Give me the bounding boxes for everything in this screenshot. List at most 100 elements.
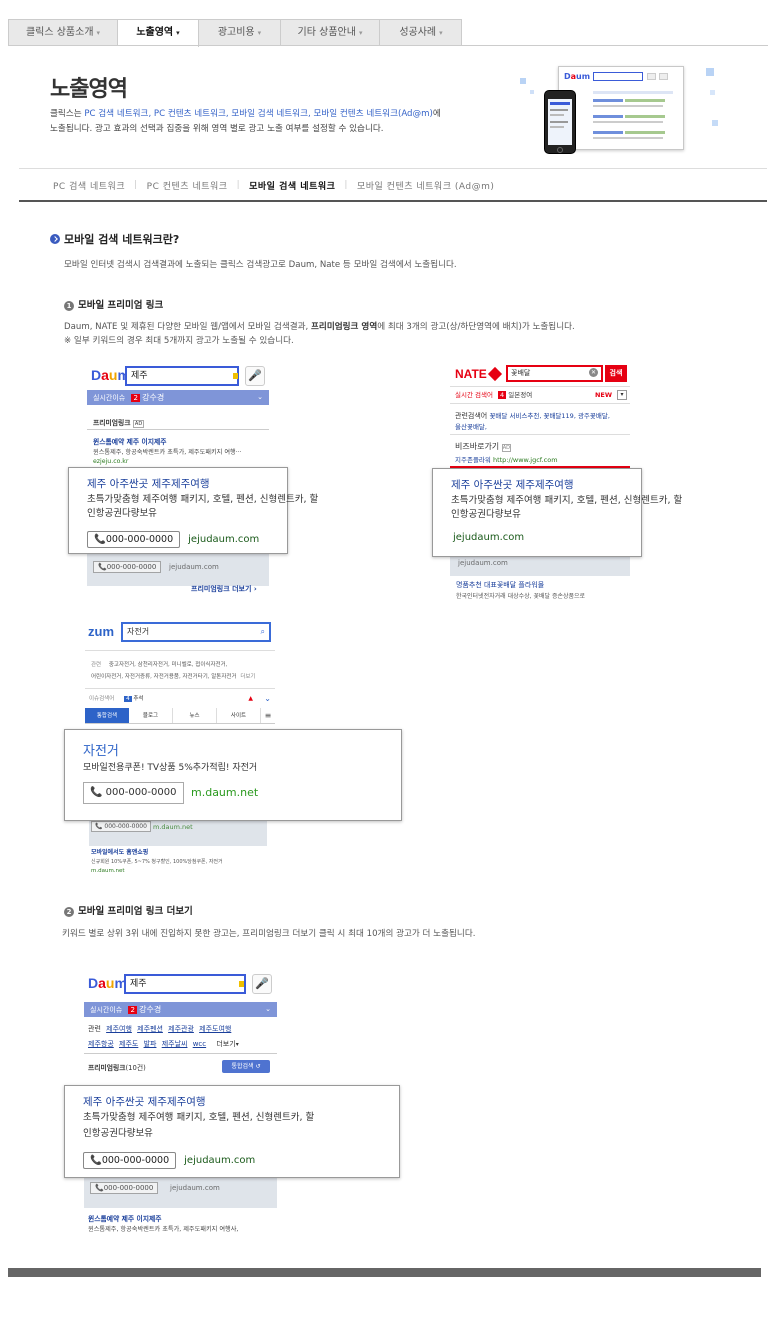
zum-issue-bar[interactable]: 이슈검색어 4 추석 ▲ ⌄ <box>89 692 275 706</box>
cursor-marker <box>239 981 244 987</box>
subnav-mobile-content[interactable]: 모바일 컨텐츠 네트워크 (Ad@m) <box>357 179 494 192</box>
nate-search-input[interactable]: 꽃배달 ✕ <box>506 365 603 382</box>
ad-url[interactable]: jejudaum.com <box>188 534 259 545</box>
premium-link-label: 프리미엄링크 AD <box>93 417 145 428</box>
mic-icon[interactable]: 🎤 <box>252 974 272 994</box>
daum-logo: Daum <box>88 975 127 991</box>
ad-url[interactable]: jejudaum.com <box>184 1155 255 1166</box>
bg-ad-title[interactable]: 윈스톰예약 제주 이지제주 <box>88 1213 162 1223</box>
subnav-top-line <box>19 168 767 169</box>
call-button[interactable]: 📞000-000-0000 <box>87 531 181 548</box>
premium-more-link[interactable]: 프리미엄링크 더보기 › <box>191 584 257 594</box>
related-link[interactable]: 제주도여행 <box>199 1025 231 1033</box>
subnav-pc-content[interactable]: PC 컨텐츠 네트워크 <box>147 179 228 192</box>
tab-success-cases[interactable]: 성공사례 ▾ <box>380 20 462 45</box>
bg-phone-number: 000-000-0000 <box>103 1184 154 1192</box>
trend-up-icon: ▲ <box>248 695 253 702</box>
chevron-down-icon: ▾ <box>257 29 262 37</box>
more-link[interactable]: 더보기 <box>240 674 255 680</box>
related-link[interactable]: 발파 <box>144 1040 157 1048</box>
daum-search-input[interactable]: 제주 <box>124 974 246 994</box>
related-text[interactable]: 꽃배달 서비스추천, 꽃배달119, 광주꽃배달, <box>489 412 609 420</box>
page-title: 노출영역 <box>50 77 128 102</box>
menu-icon[interactable]: ≡ <box>261 708 275 723</box>
tab-other-products[interactable]: 기타 상품안내 ▾ <box>281 20 380 45</box>
subnav-mobile-search[interactable]: 모바일 검색 네트워크 <box>249 179 335 192</box>
premium-link-text: 프리미엄링크 <box>93 419 131 427</box>
issue-rank: 4 <box>498 391 507 399</box>
hero-line <box>550 114 564 116</box>
ad-url[interactable]: m.daum.net <box>191 786 258 799</box>
search-icon[interactable]: ⌕ <box>261 624 265 640</box>
biz-url[interactable]: http://www.jgcf.com <box>493 456 558 464</box>
call-button[interactable]: 📞 000-000-0000 <box>83 782 184 804</box>
nate-search-button[interactable]: 검색 <box>605 365 627 382</box>
call-button[interactable]: 📞000-000-0000 <box>83 1152 177 1169</box>
realtime-issue-bar[interactable]: 실시간이슈 2 강수경 ⌄ <box>84 1002 277 1017</box>
section-description: 모바일 인터넷 검색시 검색결과에 노출되는 클릭스 검색광고로 Daum, N… <box>64 260 457 270</box>
mic-icon[interactable]: 🎤 <box>245 366 265 386</box>
zum-tab-news[interactable]: 뉴스 <box>173 708 217 723</box>
tab-label: 광고비용 <box>217 27 255 38</box>
issue-text: 추석 <box>133 696 144 702</box>
ad-popup-zum[interactable]: 자전거 모바일전용쿠폰! TV상품 5%추가적립! 자전거 📞 000-000-… <box>64 729 402 821</box>
biz-text[interactable]: 지주존플라워 <box>455 456 491 464</box>
bg-ad-title[interactable]: 윈스톰예약 제주 이지제주 <box>93 436 167 446</box>
related-text-2[interactable]: 어린이자전거, 자전거증류, 자전거용품, 자전거타기, 알톤자전거 <box>91 674 237 680</box>
chevron-down-icon[interactable]: ▾ <box>617 390 627 400</box>
subnav-bottom-line <box>19 200 767 202</box>
ad-url[interactable]: jejudaum.com <box>453 532 524 543</box>
zum-tab-blog[interactable]: 블로그 <box>129 708 173 723</box>
item2-heading: 2 모바일 프리미엄 링크 더보기 <box>64 903 193 917</box>
bg-phone-button: 📞000-000-0000 <box>93 561 162 573</box>
zum-tab-all[interactable]: 통합검색 <box>85 708 129 723</box>
ad-badge: AD <box>132 420 145 428</box>
divider <box>85 688 275 689</box>
related-link[interactable]: 제주여행 <box>106 1025 132 1033</box>
bg-ad-title[interactable]: 모바일에서도 홈앤쇼핑 <box>91 847 148 856</box>
bg-ad-desc: 한국인터넷전자거래 대상수상, 꽃배달 증손상품으로 <box>456 593 586 600</box>
new-badge: NEW <box>594 391 612 399</box>
realtime-issue-bar[interactable]: 실시간이슈 2 강수경 ⌄ <box>87 390 269 405</box>
zum-tab-site[interactable]: 사이트 <box>217 708 261 723</box>
ad-title[interactable]: 제주 아주싼곳 제주제주여행 <box>451 477 574 492</box>
more-link[interactable]: 더보기 <box>216 1040 235 1048</box>
ad-popup-jeju-2[interactable]: 제주 아주싼곳 제주제주여행 초특가맞춤형 제주여행 패키지, 호텔, 펜션, … <box>64 1085 400 1178</box>
zum-tabs: 통합검색 블로그 뉴스 사이트 ≡ <box>85 708 275 724</box>
related-text-2[interactable]: 울산꽃배달, <box>455 421 487 431</box>
tab-product-intro[interactable]: 클릭스 상품소개 ▾ <box>9 20 118 45</box>
related-link[interactable]: 제주펜션 <box>137 1025 163 1033</box>
divider <box>85 650 275 651</box>
related-link[interactable]: 제주도 <box>119 1040 138 1048</box>
nate-realtime-bar[interactable]: 실시간 검색어 4 일본정여 NEW ▾ <box>450 386 630 404</box>
related-text-1[interactable]: 중고자전거, 삼천리자전거, 미니벨로, 접이식자전거, <box>109 662 228 668</box>
tab-exposure-area[interactable]: 노출영역 ▾ <box>118 20 199 47</box>
related-link[interactable]: 제주관광 <box>168 1025 194 1033</box>
related-link[interactable]: 제주날씨 <box>162 1040 188 1048</box>
ad-popup-jeju-nate[interactable]: 제주 아주싼곳 제주제주여행 초특가맞춤형 제주여행 패키지, 호텔, 펜션, … <box>432 468 682 557</box>
hero-phone-screen <box>548 99 572 145</box>
tab-ad-cost[interactable]: 광고비용 ▾ <box>199 20 281 45</box>
ad-desc-2: 인항공권다량보유 <box>451 509 521 520</box>
ad-title[interactable]: 제주 아주싼곳 제주제주여행 <box>87 476 210 491</box>
tab-label: 성공사례 <box>399 27 437 38</box>
bg-ad-title[interactable]: 명품추천 대표꽃배달 플라워몰 <box>456 580 544 590</box>
clear-icon[interactable]: ✕ <box>589 368 598 377</box>
bar-label: 실시간이슈 <box>93 394 126 402</box>
chevron-down-icon[interactable]: ⌄ <box>264 692 271 706</box>
subnav-pc-search[interactable]: PC 검색 네트워크 <box>53 179 125 192</box>
ad-title[interactable]: 제주 아주싼곳 제주제주여행 <box>83 1094 206 1109</box>
related-link[interactable]: wcc <box>193 1040 206 1048</box>
decor-square <box>712 120 718 126</box>
daum-search-input[interactable]: 제주 <box>125 366 239 386</box>
bg-ad-desc: 윈스톰제주, 항공숙박렌트카 초특가, 제주도패키지 여행사, <box>88 1226 239 1233</box>
related-link[interactable]: 제주항공 <box>88 1040 114 1048</box>
zum-search-input[interactable]: 자전거 ⌕ <box>121 622 271 642</box>
phone-icon: 📞 <box>90 1155 102 1166</box>
nate-logo: NATE <box>455 366 503 382</box>
chevron-down-icon: ⌄ <box>265 1005 271 1013</box>
ad-title[interactable]: 자전거 <box>83 740 119 759</box>
ad-contact-row: 📞000-000-0000 jejudaum.com <box>83 1148 255 1169</box>
ad-popup-jeju-1[interactable]: 제주 아주싼곳 제주제주여행 초특가맞춤형 제주여행 패키지, 호텔, 펜션, … <box>68 467 318 554</box>
all-search-button[interactable]: 통합검색 ↺ <box>222 1060 270 1073</box>
